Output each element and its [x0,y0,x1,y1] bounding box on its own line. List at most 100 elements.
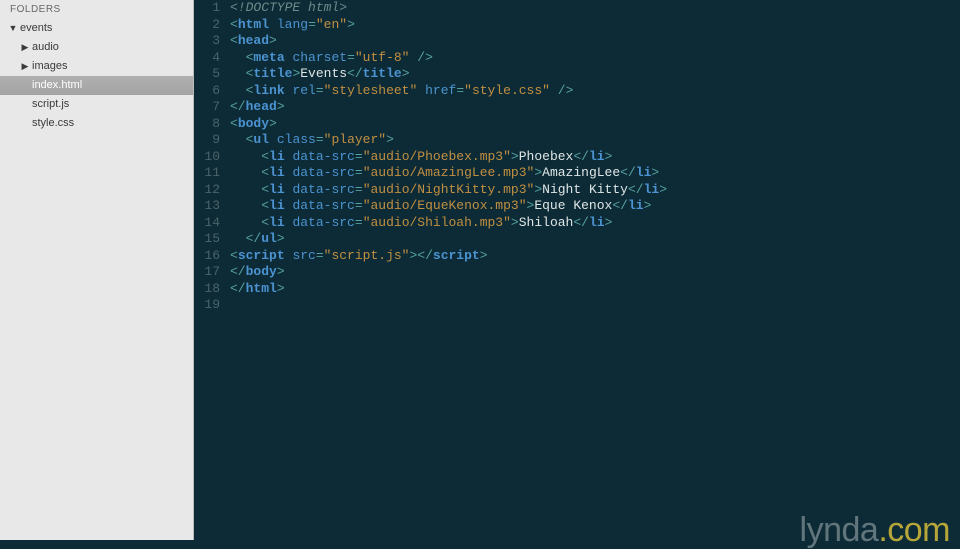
token [230,182,261,197]
token: </ [347,66,363,81]
tree-item-images[interactable]: ▶images [0,57,193,76]
code-line[interactable]: <li data-src="audio/Phoebex.mp3">Phoebex… [230,149,950,166]
token [230,231,246,246]
code-line[interactable]: <ul class="player"> [230,132,950,149]
token: > [534,182,542,197]
token: Shiloah [519,215,574,230]
tree-item-events[interactable]: ▼events [0,19,193,38]
token: Events [300,66,347,81]
token: </ [230,99,246,114]
token: = [355,198,363,213]
code-line[interactable]: </body> [230,264,950,281]
code-line[interactable]: <li data-src="audio/Shiloah.mp3">Shiloah… [230,215,950,232]
token [230,66,246,81]
code-line[interactable]: </head> [230,99,950,116]
token: </ [573,149,589,164]
code-line[interactable]: <li data-src="audio/NightKitty.mp3">Nigh… [230,182,950,199]
code-editor[interactable]: 12345678910111213141516171819 <!DOCTYPE … [194,0,960,540]
token [230,165,261,180]
token [230,83,246,98]
line-number: 19 [194,297,220,314]
token [230,215,261,230]
code-line[interactable]: <head> [230,33,950,50]
token [269,17,277,32]
token [230,198,261,213]
code-line[interactable] [230,297,950,314]
token [550,83,558,98]
token: </ [573,215,589,230]
token: </ [620,165,636,180]
code-line[interactable]: </html> [230,281,950,298]
tree-item-audio[interactable]: ▶audio [0,38,193,57]
tree-item-index-html[interactable]: index.html [0,76,193,95]
code-line[interactable]: <li data-src="audio/EqueKenox.mp3">Eque … [230,198,950,215]
tree-item-label: script.js [30,97,69,112]
token: = [316,83,324,98]
token: > [651,165,659,180]
token: data-src [292,149,354,164]
token: rel [292,83,315,98]
token: data-src [292,182,354,197]
disclosure-arrow-icon: ▼ [8,21,18,36]
token: "utf-8" [355,50,410,65]
token: AmazingLee [542,165,620,180]
token: data-src [292,215,354,230]
token: > [277,99,285,114]
code-line[interactable]: <html lang="en"> [230,17,950,34]
token: li [628,198,644,213]
tree-item-label: events [18,21,52,36]
code-line[interactable]: <title>Events</title> [230,66,950,83]
token: < [230,17,238,32]
token: = [355,182,363,197]
token: class [277,132,316,147]
token: script [238,248,285,263]
token: "audio/Phoebex.mp3" [363,149,511,164]
token: = [316,248,324,263]
line-number: 17 [194,264,220,281]
token: title [363,66,402,81]
code-line[interactable]: <li data-src="audio/AmazingLee.mp3">Amaz… [230,165,950,182]
token: </ [417,248,433,263]
tree-item-style-css[interactable]: style.css [0,114,193,133]
token: < [230,116,238,131]
code-line[interactable]: <meta charset="utf-8" /> [230,50,950,67]
token: meta [253,50,284,65]
token: < [230,248,238,263]
token: = [308,17,316,32]
disclosure-arrow-icon: ▶ [20,40,30,55]
token: < [261,215,269,230]
token: > [511,149,519,164]
line-number: 10 [194,149,220,166]
line-number: 18 [194,281,220,298]
token: > [659,182,667,197]
token: li [636,165,652,180]
code-area[interactable]: <!DOCTYPE html><html lang="en"><head> <m… [230,0,960,540]
token: > [511,215,519,230]
tree-item-label: index.html [30,78,82,93]
token: = [355,165,363,180]
line-number: 16 [194,248,220,265]
line-number: 14 [194,215,220,232]
code-line[interactable]: </ul> [230,231,950,248]
token: </ [246,231,262,246]
line-number: 4 [194,50,220,67]
line-number: 5 [194,66,220,83]
tree-item-script-js[interactable]: script.js [0,95,193,114]
token: head [238,33,269,48]
token [230,50,246,65]
line-number: 13 [194,198,220,215]
tree-item-label: style.css [30,116,74,131]
token: li [269,165,285,180]
token: > [277,231,285,246]
token [230,149,261,164]
token: < [261,149,269,164]
token: < [261,182,269,197]
token: < [230,33,238,48]
token: li [269,149,285,164]
token: = [456,83,464,98]
code-line[interactable]: <!DOCTYPE html> [230,0,950,17]
code-line[interactable]: <body> [230,116,950,133]
code-line[interactable]: <link rel="stylesheet" href="style.css" … [230,83,950,100]
token: li [589,149,605,164]
code-line[interactable]: <script src="script.js"></script> [230,248,950,265]
